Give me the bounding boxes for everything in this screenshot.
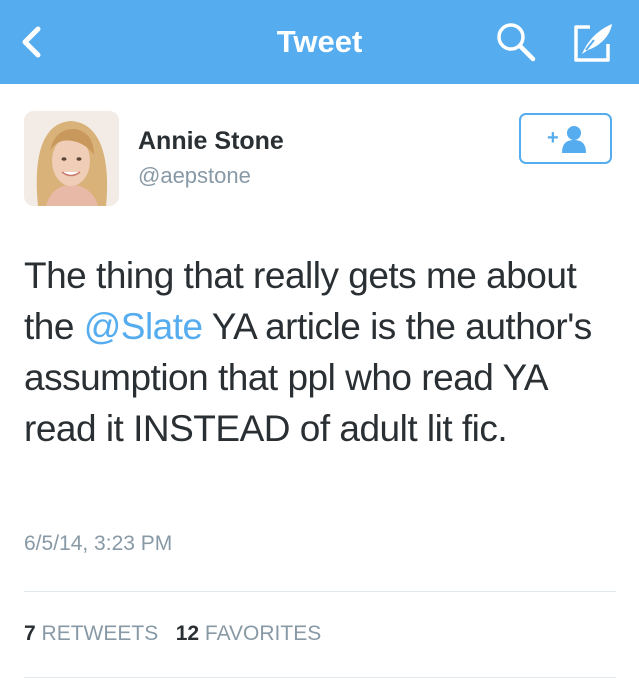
tweet-stats: 7 RETWEETS 12 FAVORITES <box>24 622 321 646</box>
compose-button[interactable] <box>568 18 616 66</box>
page-title: Tweet <box>276 24 363 59</box>
compose-icon <box>574 24 612 62</box>
favorites-stat[interactable]: 12 FAVORITES <box>176 622 322 645</box>
back-button[interactable] <box>14 22 54 62</box>
mention-link[interactable]: @Slate <box>84 306 203 347</box>
add-user-icon: + <box>547 126 586 153</box>
favorites-count: 12 <box>175 622 200 645</box>
divider <box>24 677 616 678</box>
retweets-stat[interactable]: 7 RETWEETS <box>24 622 158 645</box>
search-icon <box>497 23 536 62</box>
retweets-count: 7 <box>24 622 36 645</box>
timestamp: 6/5/14, 3:23 PM <box>24 532 173 555</box>
tweet-text: The thing that really gets me about the … <box>24 250 624 454</box>
author-handle[interactable]: @aepstone <box>138 163 251 189</box>
search-button[interactable] <box>494 20 538 64</box>
retweets-label: RETWEETS <box>41 622 159 645</box>
chevron-left-icon <box>22 26 41 58</box>
avatar-image <box>24 111 119 206</box>
author-name[interactable]: Annie Stone <box>138 127 284 156</box>
follow-button[interactable]: + <box>519 113 612 164</box>
favorites-label: FAVORITES <box>204 622 322 645</box>
follow-button-label: + <box>547 127 559 149</box>
avatar[interactable] <box>24 111 119 206</box>
nav-bar: Tweet <box>0 0 639 84</box>
divider <box>24 591 616 592</box>
